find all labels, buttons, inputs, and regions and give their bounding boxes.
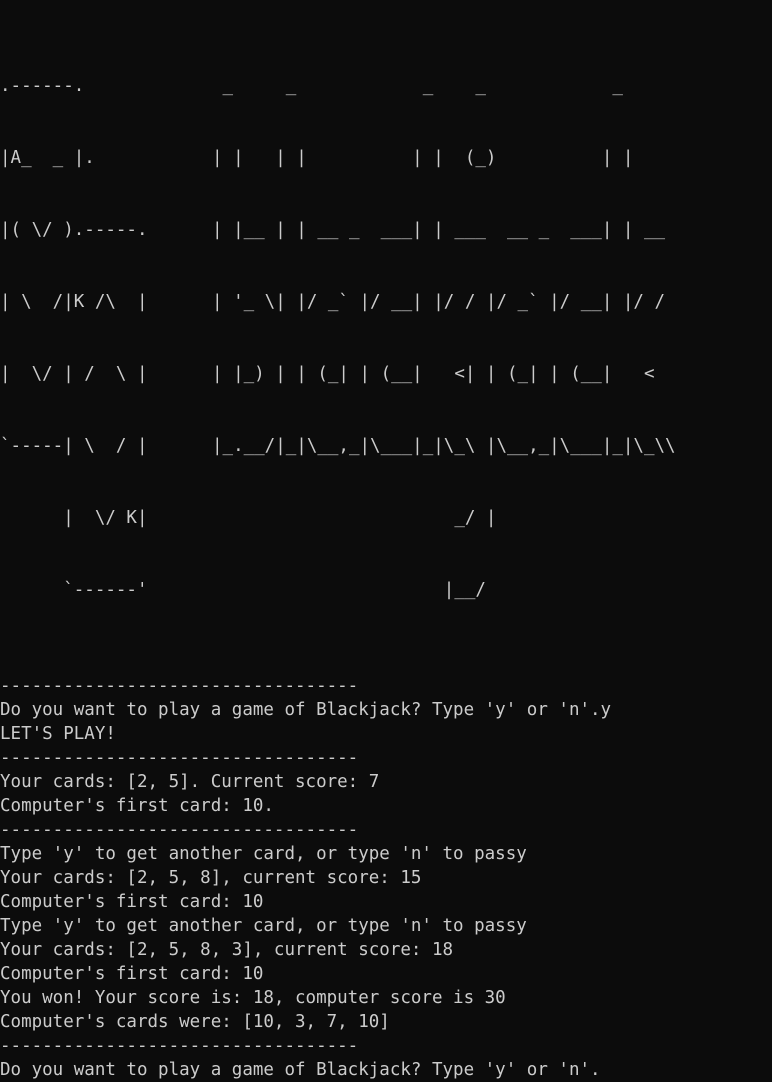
title-art-line: | |_) | | (_| | (__| <| | (_| | (__| < xyxy=(212,364,666,384)
your-cards-line: Your cards: [2, 5]. Current score: 7 xyxy=(0,772,380,792)
separator-line: ---------------------------------- xyxy=(0,676,359,696)
title-art-line: |_.__/|_|\__,_|\___|_|\_\ |\__,_|\___|_|… xyxy=(212,436,676,456)
card-art-line: .------. xyxy=(0,76,85,96)
computer-cards-line: Computer's cards were: [10, 3, 7, 10] xyxy=(0,1012,390,1032)
computer-card-line: Computer's first card: 10 xyxy=(0,964,264,984)
title-art-line: _/ | xyxy=(212,508,666,528)
ascii-title-art: _ _ _ _ _ | | | | | | (_) | | | |__ | | … xyxy=(212,26,676,650)
separator-line: ---------------------------------- xyxy=(0,748,359,768)
title-art-line: _ _ _ _ _ xyxy=(212,76,666,96)
computer-card-line: Computer's first card: 10. xyxy=(0,796,274,816)
title-art-line: |__/ xyxy=(212,580,666,600)
ascii-banner: .------. |A_ _ |. |( \/ ).-----. | \ /|K… xyxy=(0,26,772,650)
console-output: ---------------------------------- Do yo… xyxy=(0,650,772,1082)
terminal-window[interactable]: .------. |A_ _ |. |( \/ ).-----. | \ /|K… xyxy=(0,0,772,1080)
hit-prompt-line: Type 'y' to get another card, or type 'n… xyxy=(0,844,527,864)
computer-card-line: Computer's first card: 10 xyxy=(0,892,264,912)
title-art-line: | | | | | | (_) | | xyxy=(212,148,666,168)
current-prompt-line[interactable]: Do you want to play a game of Blackjack?… xyxy=(0,1058,772,1082)
lets-play-line: LET'S PLAY! xyxy=(0,724,116,744)
separator-line: ---------------------------------- xyxy=(0,1036,359,1056)
hit-prompt-line: Type 'y' to get another card, or type 'n… xyxy=(0,916,527,936)
card-art-line: `------' xyxy=(0,580,148,600)
card-art-line: |A_ _ |. xyxy=(0,148,95,168)
card-art-line: `-----| \ / | xyxy=(0,436,148,456)
ascii-card-art: .------. |A_ _ |. |( \/ ).-----. | \ /|K… xyxy=(0,26,212,650)
title-art-line: | '_ \| |/ _` |/ __| |/ / |/ _` |/ __| |… xyxy=(212,292,666,312)
play-prompt-line: Do you want to play a game of Blackjack?… xyxy=(0,700,612,720)
card-art-line: |( \/ ).-----. xyxy=(0,220,148,240)
result-line: You won! Your score is: 18, computer sco… xyxy=(0,988,506,1008)
card-art-line: | \ /|K /\ | xyxy=(0,292,148,312)
your-cards-line: Your cards: [2, 5, 8], current score: 15 xyxy=(0,868,422,888)
card-art-line: | \/ K| xyxy=(0,508,148,528)
your-cards-line: Your cards: [2, 5, 8, 3], current score:… xyxy=(0,940,454,960)
title-art-line: | |__ | | __ _ ___| | ___ __ _ ___| | __ xyxy=(212,220,666,240)
separator-line: ---------------------------------- xyxy=(0,820,359,840)
card-art-line: | \/ | / \ | xyxy=(0,364,148,384)
